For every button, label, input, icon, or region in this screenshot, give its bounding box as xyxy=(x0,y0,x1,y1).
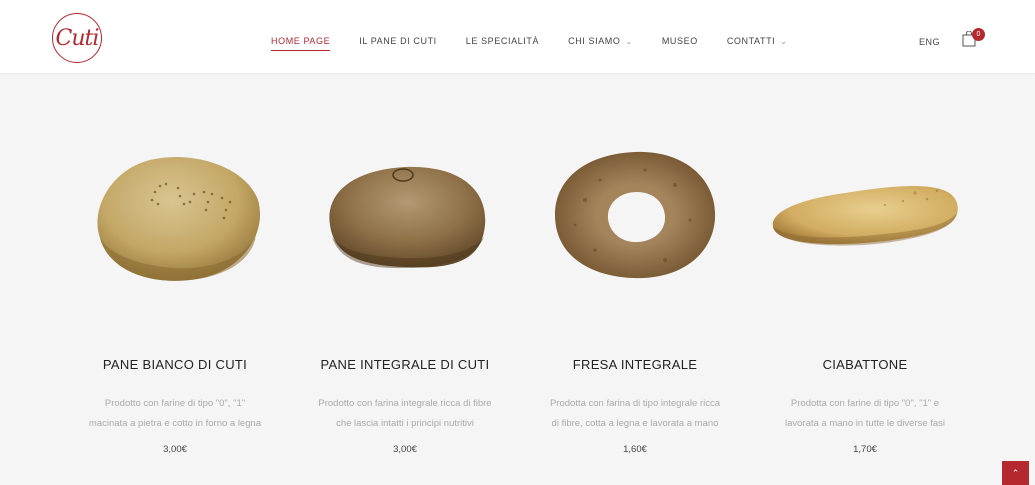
scroll-to-top-button[interactable]: ⌃ xyxy=(1002,461,1029,485)
product-price: 1,70€ xyxy=(853,444,877,455)
site-header: Cuti HOME PAGE IL PANE DI CUTI LE SPECIA… xyxy=(0,0,1035,73)
cart-count-badge: 0 xyxy=(972,28,985,41)
product-name[interactable]: FRESA INTEGRALE xyxy=(520,357,750,372)
product-price: 1,60€ xyxy=(623,444,647,455)
product-description: Prodotto con farine di tipo "0", "1" mac… xyxy=(88,398,262,429)
language-switch[interactable]: ENG xyxy=(919,37,940,47)
product-image[interactable] xyxy=(60,95,290,335)
product-name[interactable]: PANE BIANCO DI CUTI xyxy=(60,357,290,372)
product-card[interactable]: CIABATTONE Prodotta con farine di tipo "… xyxy=(750,95,980,455)
product-card[interactable]: FRESA INTEGRALE Prodotta con farina di t… xyxy=(520,95,750,455)
logo-text: Cuti xyxy=(55,25,100,51)
nav-home-page[interactable]: HOME PAGE xyxy=(271,36,331,51)
round-white-loaf-image xyxy=(97,156,261,281)
product-description: Prodotto con farina integrale ricca di f… xyxy=(318,398,492,429)
chevron-down-icon: ⌄ xyxy=(780,36,788,46)
nav-museo[interactable]: MUSEO xyxy=(662,36,698,46)
product-name[interactable]: PANE INTEGRALE DI CUTI xyxy=(290,357,520,372)
product-description: Prodotta con farine di tipo "0", "1" e l… xyxy=(784,398,945,429)
nav-contatti[interactable]: CONTATTI ⌄ xyxy=(727,36,788,46)
main-nav: HOME PAGE IL PANE DI CUTI LE SPECIALITÀ … xyxy=(271,36,817,51)
chevron-down-icon: ⌄ xyxy=(625,36,633,46)
product-grid: PANE BIANCO DI CUTI Prodotto con farine … xyxy=(60,95,980,475)
ring-bread-image xyxy=(555,151,716,279)
wholewheat-loaf-image xyxy=(329,166,486,269)
chevron-up-icon: ⌃ xyxy=(1011,467,1020,478)
nav-le-specialita[interactable]: LE SPECIALITÀ xyxy=(466,36,539,46)
product-description: Prodotta con farina di tipo integrale ri… xyxy=(549,398,721,429)
product-card[interactable]: PANE BIANCO DI CUTI Prodotto con farine … xyxy=(60,95,290,455)
cuti-logo[interactable]: Cuti xyxy=(52,13,102,63)
product-price: 3,00€ xyxy=(163,444,187,455)
flat-ciabatta-image xyxy=(772,185,958,246)
product-name[interactable]: CIABATTONE xyxy=(750,357,980,372)
product-card[interactable]: PANE INTEGRALE DI CUTI Prodotto con fari… xyxy=(290,95,520,455)
product-image[interactable] xyxy=(520,95,750,335)
nav-il-pane-di-cuti[interactable]: IL PANE DI CUTI xyxy=(359,36,437,46)
product-image[interactable] xyxy=(750,95,980,335)
product-price: 3,00€ xyxy=(393,444,417,455)
product-image[interactable] xyxy=(290,95,520,335)
nav-chi-siamo[interactable]: CHI SIAMO ⌄ xyxy=(568,36,633,46)
